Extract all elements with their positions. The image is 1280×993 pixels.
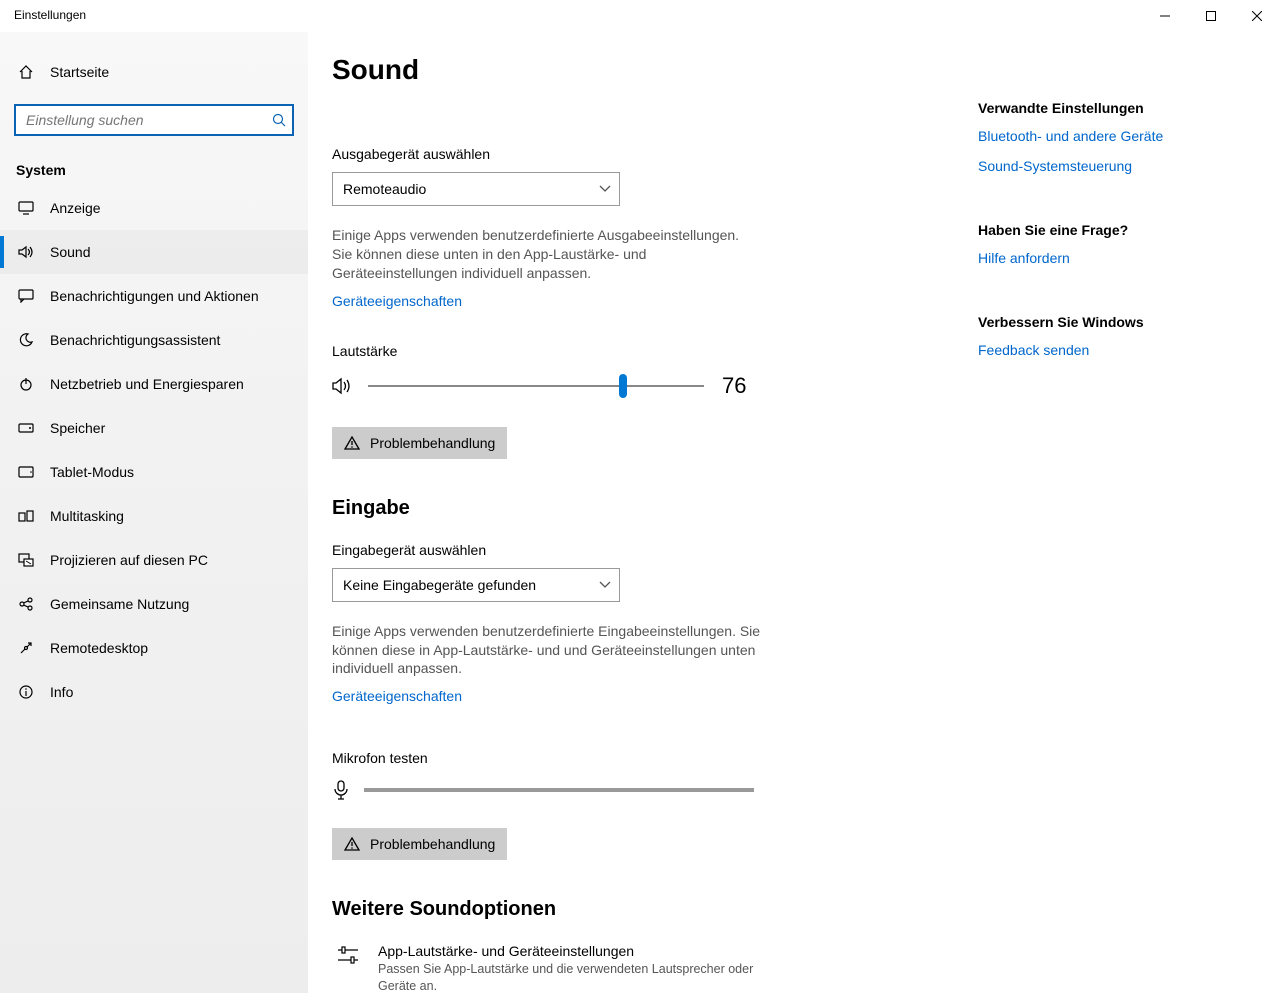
output-choose-label: Ausgabegerät auswählen — [332, 146, 932, 162]
window-controls — [1142, 0, 1280, 32]
input-desc: Einige Apps verwenden benutzerdefinierte… — [332, 622, 762, 679]
related-link-bluetooth[interactable]: Bluetooth- und andere Geräte — [978, 128, 1238, 144]
more-item-desc: Passen Sie App-Lautstärke und die verwen… — [378, 961, 758, 993]
maximize-button[interactable] — [1188, 0, 1234, 32]
sidebar-item-label: Benachrichtigungen und Aktionen — [50, 288, 259, 304]
help-link[interactable]: Hilfe anfordern — [978, 250, 1238, 266]
output-troubleshoot-button[interactable]: Problembehandlung — [332, 427, 507, 459]
sidebar-item-shared[interactable]: Gemeinsame Nutzung — [0, 582, 308, 626]
input-troubleshoot-button[interactable]: Problembehandlung — [332, 828, 507, 860]
more-heading: Weitere Soundoptionen — [332, 898, 932, 921]
output-device-selected: Remoteaudio — [343, 181, 426, 197]
close-button[interactable] — [1234, 0, 1280, 32]
titlebar: Einstellungen — [0, 0, 1280, 32]
question-heading: Haben Sie eine Frage? — [978, 222, 1238, 238]
output-device-dropdown[interactable]: Remoteaudio — [332, 172, 620, 206]
sidebar-item-label: Projizieren auf diesen PC — [50, 552, 208, 568]
related-link-soundcontrol[interactable]: Sound-Systemsteuerung — [978, 158, 1238, 174]
volume-label: Lautstärke — [332, 343, 932, 359]
storage-icon — [16, 423, 36, 433]
sidebar-item-tablet[interactable]: Tablet-Modus — [0, 450, 308, 494]
search-icon — [272, 113, 286, 127]
sidebar-item-power[interactable]: Netzbetrieb und Energiesparen — [0, 362, 308, 406]
sidebar-item-label: Speicher — [50, 420, 105, 436]
sidebar-item-sound[interactable]: Sound — [0, 230, 308, 274]
sidebar-item-label: Multitasking — [50, 508, 124, 524]
notifications-icon — [16, 289, 36, 303]
input-heading: Eingabe — [332, 497, 932, 520]
sidebar-item-label: Sound — [50, 244, 90, 260]
share-icon — [16, 597, 36, 611]
project-icon — [16, 553, 36, 567]
mic-level-bar — [364, 788, 754, 792]
troubleshoot-label: Problembehandlung — [370, 836, 495, 852]
warning-icon — [344, 837, 360, 851]
home-icon — [16, 64, 36, 80]
tablet-icon — [16, 466, 36, 478]
input-device-dropdown[interactable]: Keine Eingabegeräte gefunden — [332, 568, 620, 602]
page-title: Sound — [332, 54, 1256, 86]
minimize-button[interactable] — [1142, 0, 1188, 32]
more-app-volume-item[interactable]: App-Lautstärke- und Geräteeinstellungen … — [332, 943, 932, 993]
volume-slider[interactable] — [368, 385, 704, 387]
right-panel: Verwandte Einstellungen Bluetooth- und a… — [978, 100, 1238, 406]
sidebar-item-remote[interactable]: Remotedesktop — [0, 626, 308, 670]
sidebar-item-label: Tablet-Modus — [50, 464, 134, 480]
remote-icon — [16, 641, 36, 655]
moon-icon — [16, 333, 36, 347]
sidebar-item-project[interactable]: Projizieren auf diesen PC — [0, 538, 308, 582]
mic-test-label: Mikrofon testen — [332, 750, 932, 766]
sidebar-item-label: Netzbetrieb und Energiesparen — [50, 376, 244, 392]
sidebar-item-focus-assist[interactable]: Benachrichtigungsassistent — [0, 318, 308, 362]
sidebar-item-label: Info — [50, 684, 73, 700]
output-props-link[interactable]: Geräteeigenschaften — [332, 293, 462, 309]
input-device-selected: Keine Eingabegeräte gefunden — [343, 577, 536, 593]
improve-heading: Verbessern Sie Windows — [978, 314, 1238, 330]
output-desc: Einige Apps verwenden benutzerdefinierte… — [332, 226, 762, 283]
sidebar-item-label: Anzeige — [50, 200, 101, 216]
warning-icon — [344, 436, 360, 450]
slider-thumb[interactable] — [619, 374, 627, 398]
power-icon — [16, 377, 36, 391]
input-choose-label: Eingabegerät auswählen — [332, 542, 932, 558]
sidebar-item-storage[interactable]: Speicher — [0, 406, 308, 450]
info-icon — [16, 685, 36, 699]
sidebar-item-multitasking[interactable]: Multitasking — [0, 494, 308, 538]
volume-value: 76 — [722, 373, 746, 399]
sidebar-item-about[interactable]: Info — [0, 670, 308, 714]
sidebar-item-label: Remotedesktop — [50, 640, 148, 656]
chevron-down-icon — [599, 185, 611, 193]
home-label: Startseite — [50, 64, 109, 80]
sidebar-item-label: Benachrichtigungsassistent — [50, 332, 220, 348]
related-heading: Verwandte Einstellungen — [978, 100, 1238, 116]
microphone-icon — [332, 780, 350, 800]
sidebar-item-display[interactable]: Anzeige — [0, 186, 308, 230]
search-input[interactable] — [14, 104, 294, 136]
display-icon — [16, 201, 36, 215]
sidebar-item-label: Gemeinsame Nutzung — [50, 596, 189, 612]
sidebar-home[interactable]: Startseite — [0, 52, 308, 92]
troubleshoot-label: Problembehandlung — [370, 435, 495, 451]
window-title: Einstellungen — [14, 8, 86, 22]
speaker-icon — [332, 377, 352, 395]
feedback-link[interactable]: Feedback senden — [978, 342, 1238, 358]
sidebar-nav: Anzeige Sound Benachrichtigungen und Akt… — [0, 186, 308, 714]
input-props-link[interactable]: Geräteeigenschaften — [332, 688, 462, 704]
sound-icon — [16, 245, 36, 259]
multitasking-icon — [16, 510, 36, 522]
sidebar-item-notifications[interactable]: Benachrichtigungen und Aktionen — [0, 274, 308, 318]
sidebar: Startseite System Anzeige — [0, 32, 308, 993]
chevron-down-icon — [599, 581, 611, 589]
sidebar-section-title: System — [16, 162, 308, 178]
sliders-icon — [332, 943, 364, 993]
more-item-title: App-Lautstärke- und Geräteeinstellungen — [378, 943, 758, 959]
